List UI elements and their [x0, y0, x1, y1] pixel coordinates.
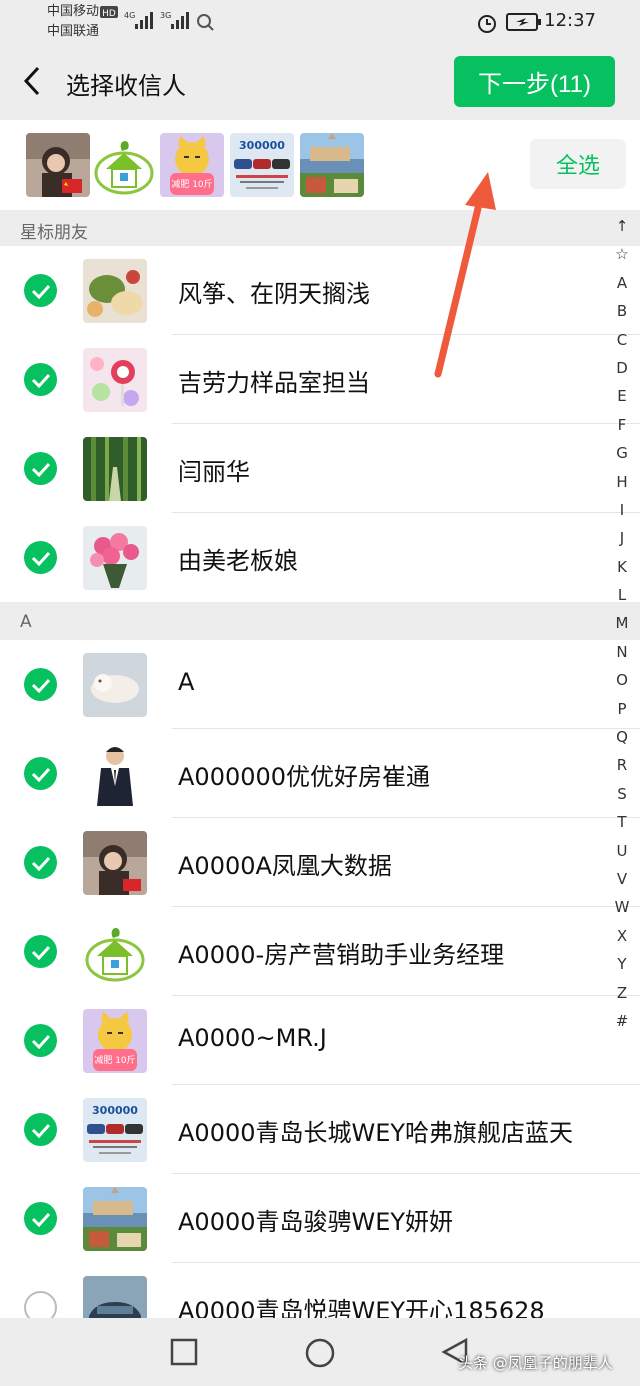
- watermark: 头条 @凤凰子的朋辈人: [458, 1354, 613, 1372]
- checkbox-checked-icon[interactable]: [24, 935, 57, 968]
- contact-avatar: 减肥 10斤: [83, 1009, 147, 1073]
- contact-avatar: [83, 742, 147, 806]
- cat-cartoon-icon: 减肥 10斤: [83, 1009, 147, 1073]
- section-header-a: A: [0, 604, 640, 640]
- girl-photo-icon: [83, 831, 147, 895]
- contact-row[interactable]: A0000-房产营销助手业务经理: [0, 907, 640, 996]
- contact-name: A0000青岛骏骋WEY妍妍: [178, 1208, 454, 1236]
- contact-row[interactable]: 300000 A0000青岛长城WEY哈弗旗舰店蓝天: [0, 1085, 640, 1174]
- contact-name: A0000-房产营销助手业务经理: [178, 941, 505, 969]
- contact-avatar: [83, 653, 147, 717]
- contact-avatar: [83, 437, 147, 501]
- index-item[interactable]: J: [606, 524, 638, 552]
- index-item[interactable]: H: [606, 468, 638, 496]
- section-title: A: [20, 612, 32, 632]
- contact-name: A0000~MR.J: [178, 1024, 327, 1052]
- index-item[interactable]: T: [606, 808, 638, 836]
- city-photo-icon: [83, 1187, 147, 1251]
- index-item[interactable]: L: [606, 581, 638, 609]
- contact-name: A000000优优好房崔通: [178, 763, 431, 791]
- index-item[interactable]: U: [606, 837, 638, 865]
- checkbox-checked-icon[interactable]: [24, 1024, 57, 1057]
- contact-name: A0000青岛悦骋WEY开心185628: [178, 1297, 545, 1318]
- contact-name: A0000青岛长城WEY哈弗旗舰店蓝天: [178, 1119, 574, 1147]
- index-item[interactable]: N: [606, 638, 638, 666]
- contact-row[interactable]: 减肥 10斤 A0000~MR.J: [0, 996, 640, 1085]
- index-item[interactable]: G: [606, 439, 638, 467]
- recent-apps-icon[interactable]: [170, 1338, 198, 1366]
- contact-name: 由美老板娘: [178, 547, 298, 575]
- index-item[interactable]: V: [606, 865, 638, 893]
- checkbox-checked-icon[interactable]: [24, 668, 57, 701]
- contact-avatar: [83, 1276, 147, 1318]
- cat-caption: 减肥 10斤: [94, 1054, 135, 1066]
- index-item[interactable]: #: [606, 1007, 638, 1035]
- index-item[interactable]: Q: [606, 723, 638, 751]
- contact-avatar: [83, 526, 147, 590]
- index-item[interactable]: O: [606, 666, 638, 694]
- checkbox-checked-icon[interactable]: [24, 1113, 57, 1146]
- contact-name: A0000A凤凰大数据: [178, 852, 392, 880]
- checkbox-checked-icon[interactable]: [24, 541, 57, 574]
- contact-avatar: 300000: [83, 1098, 147, 1162]
- index-item[interactable]: W: [606, 893, 638, 921]
- contact-avatar: [83, 1187, 147, 1251]
- index-item[interactable]: P: [606, 695, 638, 723]
- car-caption: 300000: [92, 1104, 138, 1117]
- index-item[interactable]: X: [606, 922, 638, 950]
- index-item[interactable]: M: [606, 609, 638, 637]
- checkbox-unchecked-icon[interactable]: [24, 1291, 57, 1318]
- contact-row[interactable]: A0000A凤凰大数据: [0, 818, 640, 907]
- green-house-logo-icon: [83, 920, 147, 984]
- index-item[interactable]: K: [606, 553, 638, 581]
- checkbox-checked-icon[interactable]: [24, 757, 57, 790]
- index-item[interactable]: S: [606, 780, 638, 808]
- flower-bouquet-icon: [83, 526, 147, 590]
- contact-row[interactable]: A0000青岛悦骋WEY开心185628: [0, 1263, 640, 1318]
- annotation-arrow-icon: [434, 172, 496, 378]
- home-icon[interactable]: [304, 1337, 336, 1369]
- index-item[interactable]: Y: [606, 950, 638, 978]
- car-photo-icon: [83, 1276, 147, 1318]
- index-item[interactable]: Z: [606, 979, 638, 1007]
- contact-row[interactable]: A: [0, 640, 640, 729]
- checkbox-checked-icon[interactable]: [24, 452, 57, 485]
- contact-row[interactable]: 闫丽华: [0, 424, 640, 513]
- contact-row[interactable]: A0000青岛骏骋WEY妍妍: [0, 1174, 640, 1263]
- contact-avatar: [83, 831, 147, 895]
- contact-row[interactable]: 由美老板娘: [0, 513, 640, 602]
- contact-name: A: [178, 668, 195, 696]
- contact-row[interactable]: A000000优优好房崔通: [0, 729, 640, 818]
- checkbox-checked-icon[interactable]: [24, 846, 57, 879]
- index-item[interactable]: I: [606, 496, 638, 524]
- car-poster-icon: 300000: [83, 1098, 147, 1162]
- bamboo-photo-icon: [83, 437, 147, 501]
- index-item[interactable]: R: [606, 751, 638, 779]
- kitten-photo-icon: [83, 653, 147, 717]
- contact-avatar: [83, 920, 147, 984]
- checkbox-checked-icon[interactable]: [24, 1202, 57, 1235]
- man-in-suit-icon: [83, 742, 147, 806]
- index-item[interactable]: F: [606, 411, 638, 439]
- contact-name: 闫丽华: [178, 458, 250, 486]
